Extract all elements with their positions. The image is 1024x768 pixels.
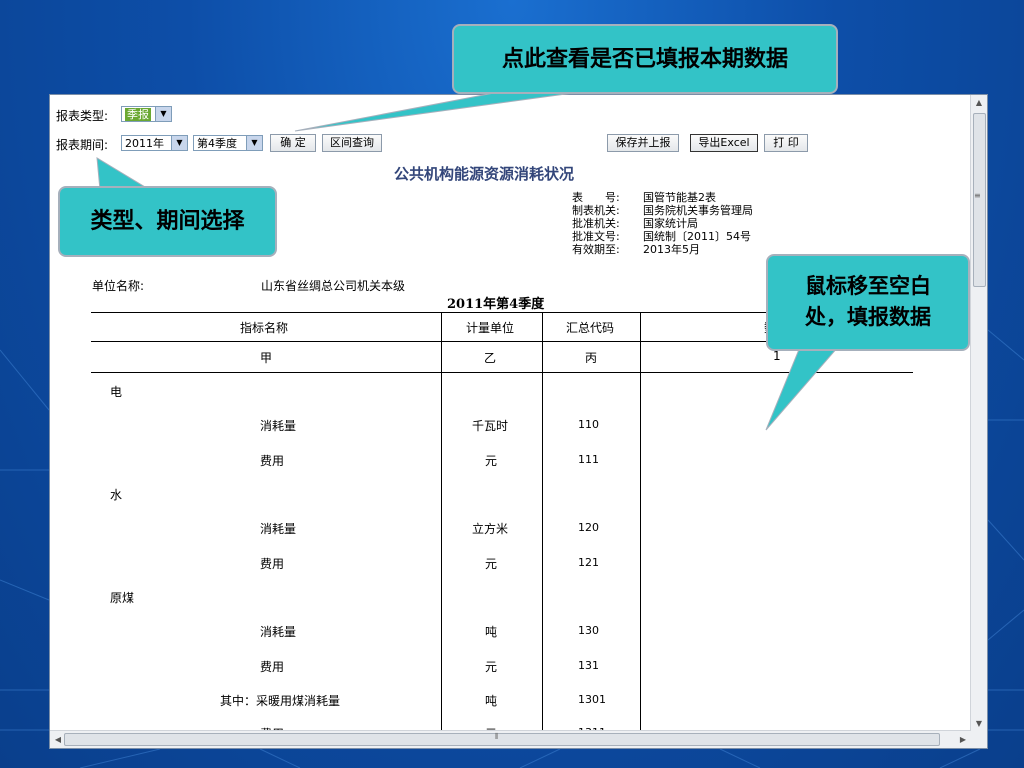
row-name: 消耗量 bbox=[260, 522, 297, 536]
row-code: 110 bbox=[578, 418, 599, 431]
subheader-1: 1 bbox=[773, 349, 781, 363]
value-input-cell[interactable] bbox=[642, 685, 912, 713]
value-input-cell[interactable] bbox=[642, 548, 912, 576]
callout-fill-data-line: 鼠标移至空白 bbox=[805, 273, 931, 298]
row-name: 费用 bbox=[260, 557, 285, 571]
row-name: 消耗量 bbox=[260, 625, 297, 639]
horizontal-scroll-thumb[interactable] bbox=[64, 733, 940, 746]
meta-value: 国管节能基2表 bbox=[643, 191, 716, 204]
report-period-heading: 2011年第4季度 bbox=[447, 297, 545, 312]
arrow-right-icon[interactable]: ▶ bbox=[955, 731, 971, 748]
header-code: 汇总代码 bbox=[566, 321, 615, 335]
meta-key: 有效期至: bbox=[572, 243, 620, 256]
save-and-report-button[interactable]: 保存并上报 bbox=[607, 134, 679, 152]
row-code: 120 bbox=[578, 521, 599, 534]
row-name: 消耗量 bbox=[260, 419, 297, 433]
value-input-cell[interactable] bbox=[642, 651, 912, 679]
table-column-divider bbox=[542, 312, 543, 732]
vertical-scroll-thumb[interactable] bbox=[973, 113, 986, 287]
range-query-button[interactable]: 区间查询 bbox=[322, 134, 382, 152]
row-name: 电 bbox=[110, 385, 123, 399]
meta-value: 国务院机关事务管理局 bbox=[643, 204, 753, 217]
row-name: 水 bbox=[110, 488, 123, 502]
row-code: 130 bbox=[578, 624, 599, 637]
subheader-b: 乙 bbox=[484, 351, 497, 365]
callout-fill-data-line: 处，填报数据 bbox=[805, 304, 931, 329]
value-input-cell[interactable] bbox=[642, 411, 912, 439]
meta-key: 表 号: bbox=[572, 191, 620, 204]
report-period-label: 报表期间: bbox=[56, 138, 109, 152]
vertical-scrollbar[interactable]: ▲ ≡ ▼ bbox=[970, 95, 987, 732]
row-unit: 元 bbox=[485, 454, 498, 468]
unit-name-label: 单位名称: bbox=[92, 279, 145, 293]
arrow-up-icon[interactable]: ▲ bbox=[971, 95, 987, 111]
row-name: 原煤 bbox=[110, 591, 135, 605]
print-button[interactable]: 打 印 bbox=[764, 134, 808, 152]
row-unit: 元 bbox=[485, 557, 498, 571]
value-input-cell[interactable] bbox=[642, 616, 912, 644]
value-input-cell[interactable] bbox=[642, 445, 912, 473]
quarter-select[interactable]: 第4季度 ▼ bbox=[193, 135, 263, 151]
meta-value: 国统制〔2011〕54号 bbox=[643, 230, 751, 243]
chevron-down-icon: ▼ bbox=[246, 136, 262, 150]
report-meta-keys: 表 号: 制表机关: 批准机关: 批准文号: 有效期至: bbox=[572, 191, 620, 256]
unit-name-value: 山东省丝绸总公司机关本级 bbox=[261, 279, 406, 293]
quarter-value: 第4季度 bbox=[197, 137, 237, 150]
chevron-down-icon: ▼ bbox=[155, 107, 171, 121]
table-column-divider bbox=[441, 312, 442, 732]
callout-select-period: 类型、期间选择 bbox=[58, 186, 277, 257]
year-value: 2011年 bbox=[125, 137, 164, 150]
value-input-cell[interactable] bbox=[642, 514, 912, 542]
subheader-c: 丙 bbox=[585, 351, 598, 365]
row-unit: 立方米 bbox=[472, 522, 509, 536]
subheader-a: 甲 bbox=[260, 351, 273, 365]
scroll-grip-icon: ⦀ bbox=[495, 732, 499, 741]
callout-check-data: 点此查看是否已填报本期数据 bbox=[452, 24, 838, 94]
report-type-select[interactable]: 季报 ▼ bbox=[121, 106, 172, 122]
table-column-divider bbox=[640, 312, 641, 732]
scroll-grip-icon: ≡ bbox=[974, 191, 981, 200]
row-unit: 千瓦时 bbox=[472, 419, 509, 433]
year-select[interactable]: 2011年 ▼ bbox=[121, 135, 188, 151]
meta-value: 2013年5月 bbox=[643, 243, 700, 256]
table-subheader-border bbox=[91, 372, 913, 373]
row-name: 费用 bbox=[260, 660, 285, 674]
row-name: 费用 bbox=[260, 454, 285, 468]
export-excel-button[interactable]: 导出Excel bbox=[690, 134, 758, 152]
meta-value: 国家统计局 bbox=[643, 217, 698, 230]
row-unit: 吨 bbox=[485, 694, 498, 708]
horizontal-scrollbar[interactable]: ◀ ⦀ ▶ bbox=[50, 730, 971, 748]
meta-key: 批准文号: bbox=[572, 230, 620, 243]
report-type-label: 报表类型: bbox=[56, 109, 109, 123]
confirm-button[interactable]: 确 定 bbox=[270, 134, 316, 152]
report-title: 公共机构能源资源消耗状况 bbox=[394, 165, 575, 183]
row-name: 其中：采暖用煤消耗量 bbox=[220, 694, 341, 708]
header-indicator-name: 指标名称 bbox=[240, 321, 289, 335]
chevron-down-icon: ▼ bbox=[171, 136, 187, 150]
arrow-down-icon[interactable]: ▼ bbox=[971, 716, 987, 732]
meta-key: 批准机关: bbox=[572, 217, 620, 230]
row-code: 111 bbox=[578, 453, 599, 466]
callout-fill-data: 鼠标移至空白 处，填报数据 bbox=[766, 254, 970, 351]
row-code: 131 bbox=[578, 659, 599, 672]
row-unit: 元 bbox=[485, 660, 498, 674]
report-type-value: 季报 bbox=[125, 108, 151, 121]
row-code: 121 bbox=[578, 556, 599, 569]
meta-key: 制表机关: bbox=[572, 204, 620, 217]
report-meta-values: 国管节能基2表 国务院机关事务管理局 国家统计局 国统制〔2011〕54号 20… bbox=[643, 191, 753, 256]
row-unit: 吨 bbox=[485, 625, 498, 639]
header-unit: 计量单位 bbox=[466, 321, 515, 335]
row-code: 1301 bbox=[578, 693, 606, 706]
scrollbar-corner bbox=[970, 731, 987, 748]
